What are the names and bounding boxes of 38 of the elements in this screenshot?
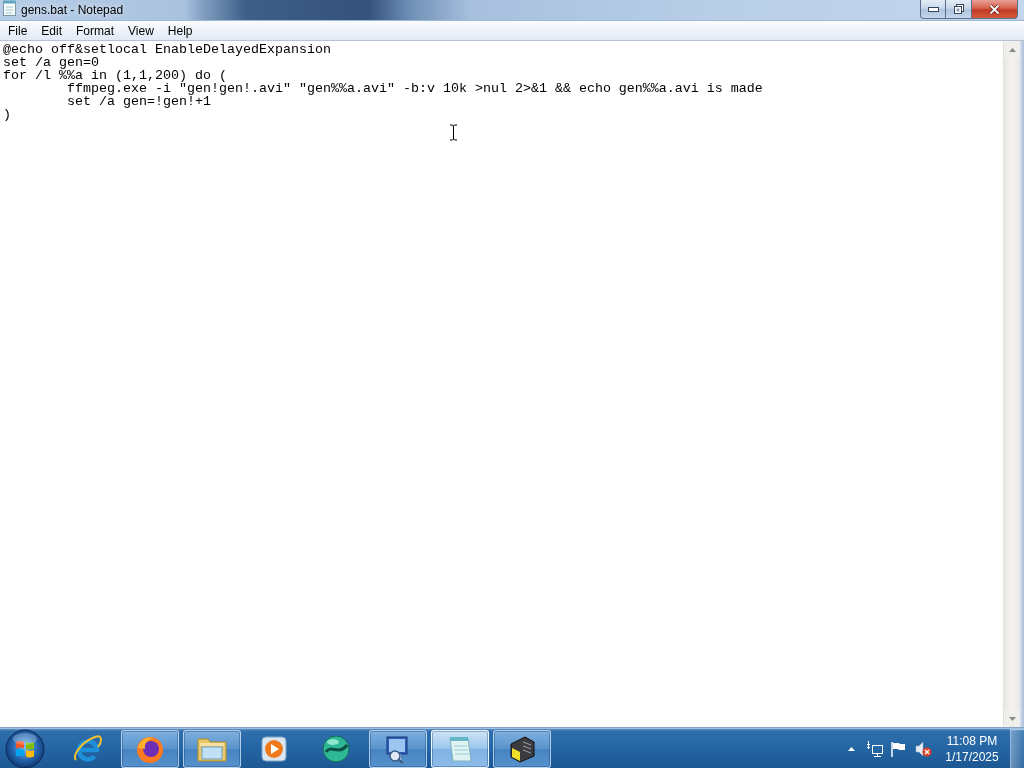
text-editor[interactable]: @echo off&setlocal EnableDelayedExpansion set /a gen=0 for /l %%a in (1,1,200) do ( ffmpeg.exe -i "gen!gen!.avi" "gen%%a.avi" -b:v 10k >nul 2>&1 && echo gen%%a.avi is made set /a gen=!gen!+1 ) (0, 41, 1003, 727)
caret-up-icon (1008, 47, 1016, 52)
code-line: set /a gen=0 (3, 56, 99, 69)
text-cursor-icon (449, 124, 458, 141)
restore-button[interactable] (946, 0, 972, 19)
flag-icon (890, 740, 906, 757)
restore-icon (953, 4, 964, 14)
minimize-icon (927, 6, 939, 12)
menu-item[interactable]: Help (160, 20, 200, 41)
code-line: for /l %%a in (1,1,200) do ( (3, 69, 227, 82)
scrollbar[interactable] (1003, 41, 1020, 727)
windows-orb-icon (5, 728, 45, 768)
close-icon (989, 3, 1000, 15)
clock[interactable]: 11:08 PM 1/17/2025 (938, 729, 1006, 768)
globe-icon (321, 733, 351, 764)
window-title: gens.bat - Notepad (21, 2, 124, 19)
close-button[interactable] (972, 0, 1018, 19)
menu-item[interactable]: Edit (34, 20, 70, 41)
browser-icon (73, 733, 103, 764)
code-line: ffmpeg.exe -i "gen!gen!.avi" "gen%%a.avi" -b:v 10k >nul 2>&1 && echo gen%%a.avi is made (66, 82, 763, 95)
caret-up-icon (847, 746, 855, 751)
start-button[interactable] (4, 728, 46, 768)
network-icon (867, 740, 883, 757)
code-line: ) (3, 108, 11, 121)
play-icon (261, 735, 287, 762)
taskbar-button[interactable] (121, 729, 179, 768)
show-desktop-button[interactable] (1010, 728, 1024, 768)
code-line: set /a gen=!gen!+1 (66, 95, 211, 108)
caret-down-icon (1008, 716, 1016, 721)
taskbar-button[interactable] (493, 729, 551, 768)
code-line: @echo off&setlocal EnableDelayedExpansion (3, 43, 331, 56)
menu-item[interactable]: Format (69, 20, 122, 41)
menu-item[interactable]: File (1, 20, 35, 41)
menu-item[interactable]: View (121, 20, 161, 41)
speaker-muted-icon (914, 740, 932, 757)
notepad-icon (3, 0, 16, 16)
taskbar-button[interactable] (369, 729, 427, 768)
minimize-button[interactable] (920, 0, 946, 19)
